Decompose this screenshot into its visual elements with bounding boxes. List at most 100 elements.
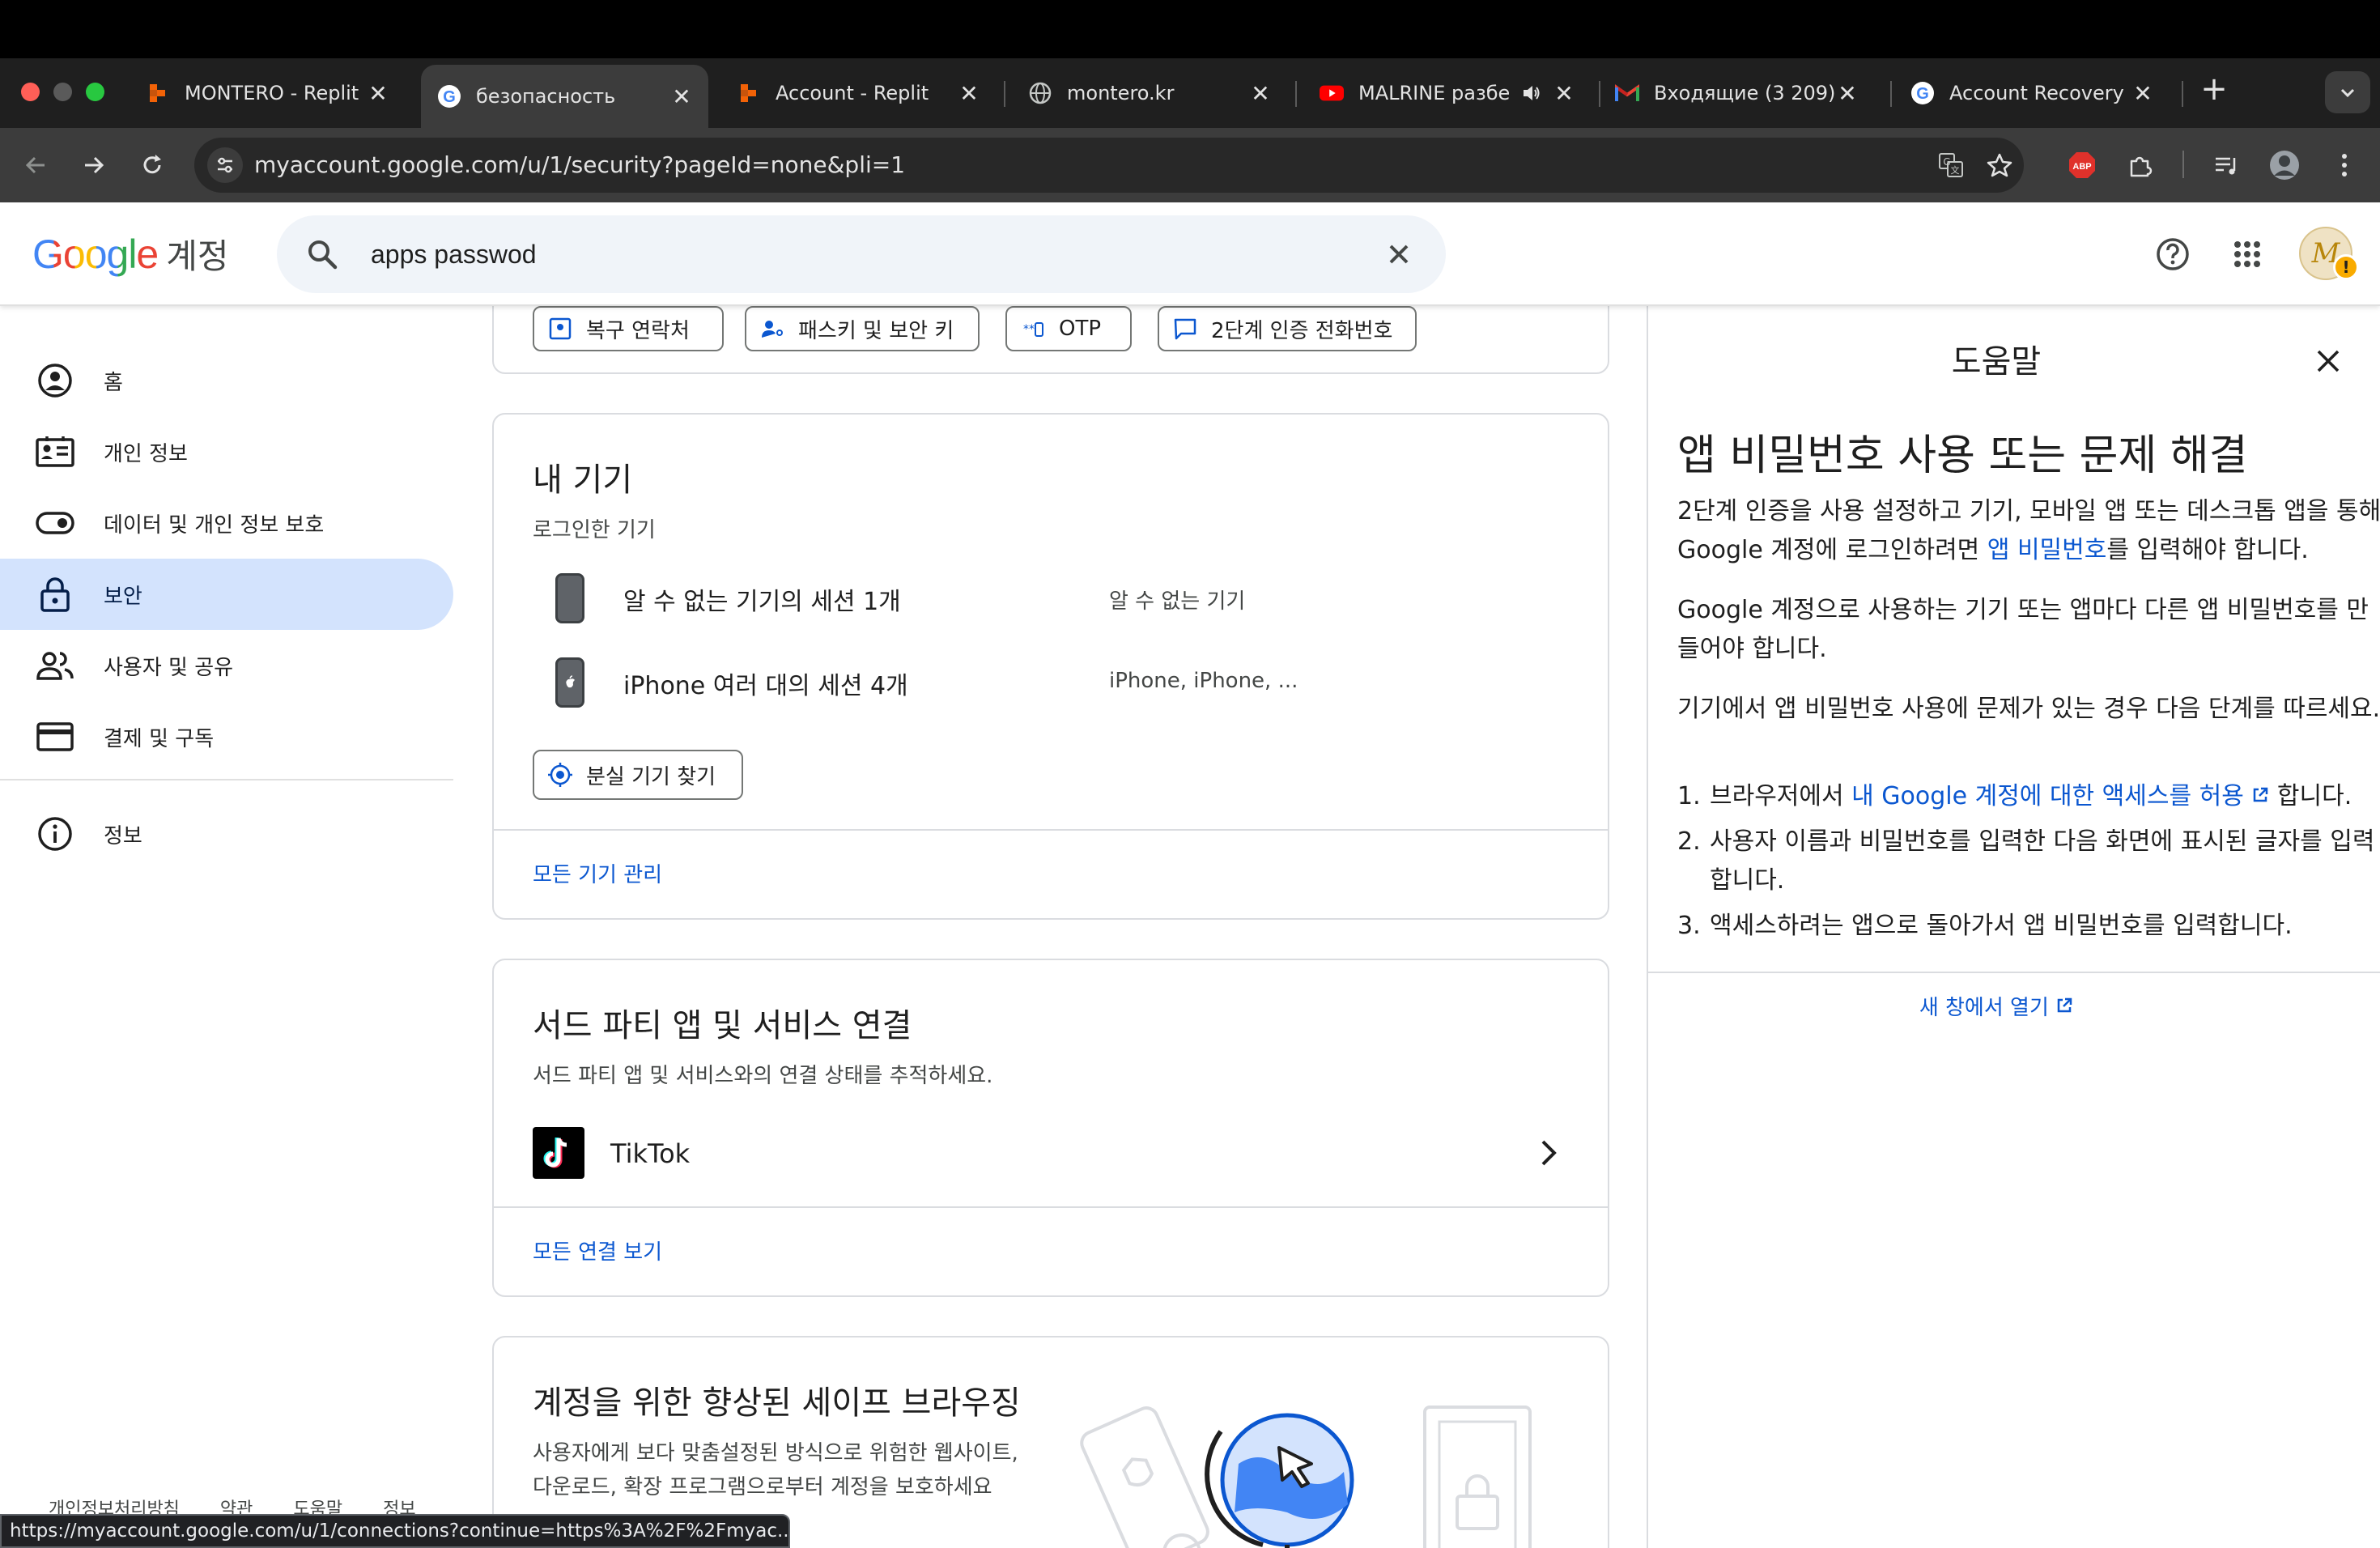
nav-item-personal-info[interactable]: 개인 정보 [0,416,453,487]
close-window-button[interactable] [21,83,40,101]
nav-label: 개인 정보 [104,441,188,466]
manage-devices-link[interactable]: 모든 기기 관리 [533,858,662,888]
tab-security[interactable]: G безопасность ✕ [421,65,708,128]
id-card-icon [36,432,74,471]
media-controls-icon[interactable] [2207,146,2246,185]
zoom-window-button[interactable] [86,83,104,101]
reload-button[interactable] [133,146,172,185]
allow-access-link[interactable]: 내 Google 계정에 대한 액세스를 허용 [1851,782,2269,810]
device-type: iPhone, iPhone, ... [1109,669,1298,693]
close-icon[interactable]: ✕ [669,83,694,110]
help-icon[interactable] [2150,232,2195,277]
site-info-icon[interactable] [207,147,243,183]
address-bar[interactable]: myaccount.google.com/u/1/security?pageId… [194,138,2024,193]
tab-gmail[interactable]: Входящие (3 209) ✕ [1599,68,1874,118]
apps-grid-icon[interactable] [2225,232,2270,277]
tab-search-button[interactable] [2325,71,2370,113]
info-icon [36,814,74,853]
clear-search-icon[interactable] [1376,232,1422,277]
chevron-right-icon[interactable] [1530,1135,1566,1171]
device-row[interactable]: 알 수 없는 기기의 세션 1개 알 수 없는 기기 [533,565,1569,630]
tab-montero-replit[interactable]: MONTERO - Replit ✕ [130,68,405,118]
nav-item-home[interactable]: 홈 [0,345,453,416]
nav-divider [0,779,453,780]
minimize-window-button[interactable] [53,83,72,101]
tab-separator [1004,81,1005,107]
tab-title: MALRINE разбе [1358,82,1511,104]
find-device-button[interactable]: 분실 기기 찾기 [533,750,743,800]
translate-icon[interactable]: G文 [1935,149,1967,181]
close-icon[interactable]: ✕ [1835,80,1859,107]
people-icon [36,646,74,685]
tab-youtube[interactable]: MALRINE разбе ✕ [1303,68,1591,118]
safe-browsing-title: 계정을 위한 향상된 세이프 브라우징 [533,1384,1021,1422]
star-icon[interactable] [1983,149,2016,181]
google-account-logo[interactable]: Google 계정 [32,230,229,279]
nav-label: 보안 [104,584,142,609]
chip-recovery-contact[interactable]: 복구 연락처 [533,306,724,351]
more-menu-icon[interactable] [2325,146,2364,185]
chevron-down-icon [2340,88,2355,98]
all-connections-link[interactable]: 모든 연결 보기 [533,1235,662,1265]
nav-item-security[interactable]: 보안 [0,559,453,630]
url-text[interactable]: myaccount.google.com/u/1/security?pageId… [254,138,905,193]
search-input[interactable] [371,230,1261,279]
help-text: 사용자 이름과 비밀번호를 입력한 다음 화면에 표시된 글자를 입력합니다. [1710,827,2375,895]
tab-account-recovery[interactable]: G Account Recovery ✕ [1894,68,2170,118]
extensions-icon[interactable] [2121,146,2160,185]
screen-top-bar [0,0,2380,58]
replit-icon [737,81,761,105]
close-help-button[interactable] [2312,345,2344,377]
safe-browsing-line1: 사용자에게 보다 맞춤설정된 방식으로 위험한 웹사이트, [533,1441,1018,1465]
svg-text:**: ** [1023,323,1035,336]
device-type: 알 수 없는 기기 [1109,589,1246,614]
allow-access-link-text: 내 Google 계정에 대한 액세스를 허용 [1851,782,2244,810]
tab-montero-kr[interactable]: montero.kr ✕ [1012,68,1287,118]
account-search-box[interactable] [277,215,1446,293]
nav-item-about[interactable]: 정보 [0,798,453,870]
tab-title: Account Recovery [1949,82,2124,104]
nav-item-data-privacy[interactable]: 데이터 및 개인 정보 보호 [0,487,453,559]
adblock-plus-icon[interactable]: ABP [2063,146,2102,185]
back-button[interactable] [16,146,55,185]
chip-2sv-phone[interactable]: 2단계 인증 전화번호 [1158,306,1417,351]
tiktok-row[interactable]: TikTok [494,1106,1608,1203]
help-paragraph-3: 기기에서 앱 비밀번호 사용에 문제가 있는 경우 다음 단계를 따르세요. [1677,695,2380,723]
close-icon[interactable]: ✕ [366,80,390,107]
home-icon [36,361,74,400]
safe-browsing-illustration [1080,1406,1532,1548]
open-in-new-window-link[interactable]: 새 창에서 열기 [1648,991,2344,1021]
tab-account-replit[interactable]: Account - Replit ✕ [720,68,996,118]
forward-button[interactable] [74,146,113,185]
google-logo-text: Google [32,232,159,277]
app-password-link[interactable]: 앱 비밀번호 [1987,536,2107,564]
new-tab-button[interactable]: + [2198,73,2230,107]
profile-avatar-icon[interactable] [2265,146,2304,185]
find-device-label: 분실 기기 찾기 [586,764,716,789]
phone-icon [555,573,584,623]
account-header: Google계정 M ! [0,202,2380,306]
open-new-label: 새 창에서 열기 [1919,996,2049,1020]
help-steps: 1. 브라우저에서 내 Google 계정에 대한 액세스를 허용 합니다. 2.… [1677,777,2380,952]
nav-item-payments[interactable]: 결제 및 구독 [0,701,453,772]
chip-passkeys[interactable]: 패스키 및 보안 키 [745,306,980,351]
device-name: 알 수 없는 기기의 세션 1개 [623,588,901,616]
replit-icon [146,81,170,105]
close-icon[interactable]: ✕ [1552,80,1576,107]
search-icon[interactable] [304,236,340,272]
close-icon[interactable]: ✕ [2131,80,2155,107]
device-row[interactable]: iPhone 여러 대의 세션 4개 iPhone, iPhone, ... [533,649,1569,714]
third-party-subtitle: 서드 파티 앱 및 서비스와의 연결 상태를 추적하세요. [533,1064,993,1088]
arrow-right-icon [85,156,104,174]
close-icon[interactable]: ✕ [957,80,981,107]
tab-separator [2182,81,2183,107]
app-name: TikTok [610,1138,691,1169]
help-text: 를 입력해야 합니다. [2106,536,2309,564]
devices-subtitle: 로그인한 기기 [533,518,656,542]
close-icon[interactable]: ✕ [1248,80,1273,107]
nav-item-people-sharing[interactable]: 사용자 및 공유 [0,630,453,701]
google-icon: G [1910,81,1935,105]
chip-label: OTP [1059,317,1102,341]
speaker-icon[interactable] [1519,81,1544,105]
chip-otp[interactable]: ** OTP [1005,306,1132,351]
